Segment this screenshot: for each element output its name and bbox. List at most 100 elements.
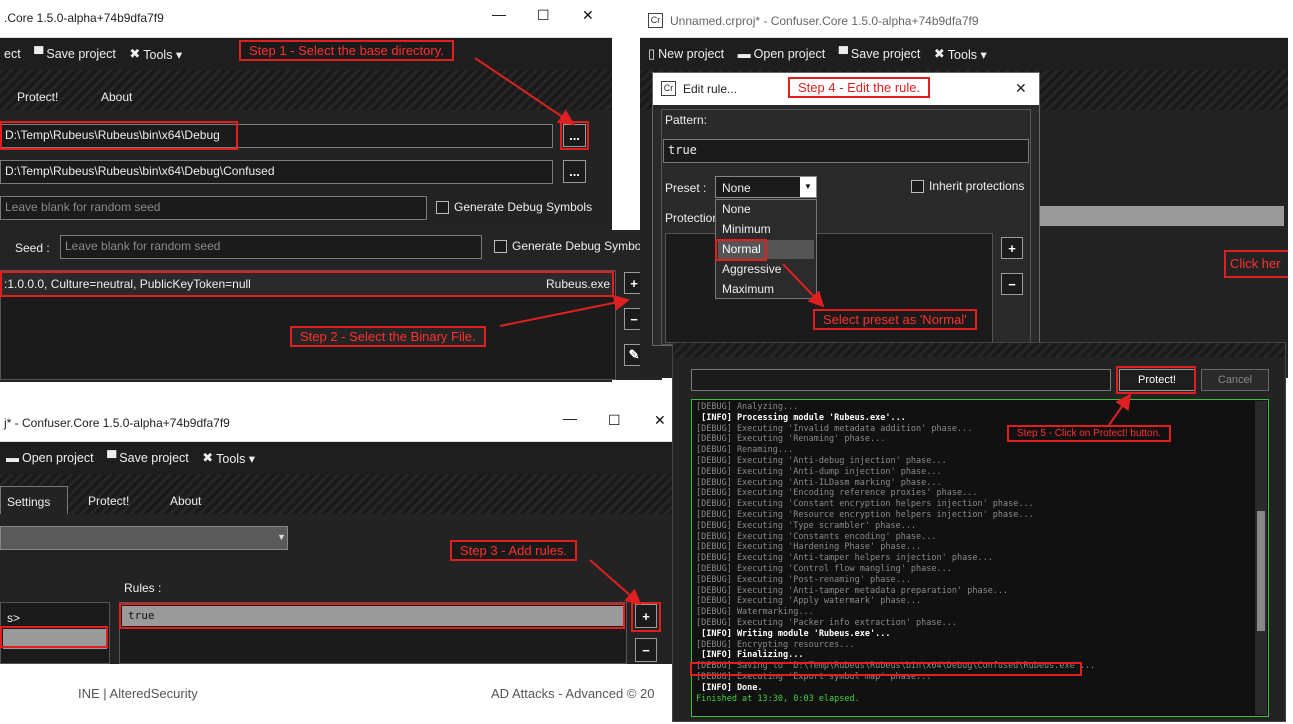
menu-save-project[interactable]: ▀ Save project bbox=[34, 46, 116, 61]
dropdown-arrow-icon: ▼ bbox=[277, 532, 286, 542]
minimize-icon[interactable]: — bbox=[492, 6, 506, 22]
seed-label: Seed : bbox=[15, 241, 50, 255]
scrollbar-thumb[interactable] bbox=[1257, 511, 1265, 631]
log-scrollbar[interactable] bbox=[1255, 401, 1267, 715]
click-here-label: Click her bbox=[1224, 250, 1288, 278]
log-line: [DEBUG] Executing 'Invalid metadata addi… bbox=[696, 423, 973, 434]
menu-tools[interactable]: ✖ Tools ▾ bbox=[202, 450, 255, 466]
save-icon: ▀ bbox=[107, 450, 117, 465]
dialog-close-icon[interactable]: ✕ bbox=[1015, 80, 1027, 97]
log-line: [INFO] Finalizing... bbox=[696, 650, 804, 661]
dialog-title: Edit rule... bbox=[683, 82, 738, 96]
close-icon[interactable]: ✕ bbox=[654, 412, 666, 429]
log-line: [DEBUG] Executing 'Post-renaming' phase.… bbox=[696, 574, 911, 585]
preset-option-minimum[interactable]: Minimum bbox=[722, 222, 771, 236]
tab-settings[interactable]: Settings bbox=[0, 486, 68, 514]
step1-highlight-browse bbox=[560, 121, 589, 150]
app-icon: Cr bbox=[648, 13, 663, 28]
rules-label: Rules : bbox=[124, 581, 162, 595]
footer-left: INE | AlteredSecurity bbox=[78, 686, 198, 701]
edit-rule-dialog: Cr Edit rule... ✕ Pattern: true Preset :… bbox=[652, 72, 1040, 346]
log-line: [DEBUG] Watermarking... bbox=[696, 607, 814, 618]
log-line: [DEBUG] Executing 'Anti-debug injection'… bbox=[696, 455, 947, 466]
save-icon: ▀ bbox=[34, 46, 44, 61]
step3-highlight-add bbox=[631, 602, 661, 632]
menu-bar: ▬ Open project ▀ Save project ✖ Tools ▾ bbox=[0, 442, 680, 474]
generate-debug-label: Generate Debug Symbols bbox=[454, 200, 593, 214]
window-title: .Core 1.5.0-alpha+74b9dfa7f9 bbox=[4, 11, 164, 25]
remove-protection-button[interactable]: − bbox=[1001, 273, 1023, 295]
menu-open-project[interactable]: ▬ Open project bbox=[738, 46, 826, 61]
step5-highlight-save-line bbox=[690, 662, 1082, 676]
step4-highlight-normal bbox=[715, 239, 767, 261]
window-title: j* - Confuser.Core 1.5.0-alpha+74b9dfa7f… bbox=[4, 416, 230, 430]
output-directory-input[interactable]: D:\Temp\Rubeus\Rubeus\bin\x64\Debug\Conf… bbox=[0, 160, 553, 184]
log-line: [DEBUG] Renaming... bbox=[696, 445, 794, 456]
tab-strip: Protect! About bbox=[0, 70, 612, 110]
step5-label: Step 5 - Click on Protect! button. bbox=[1007, 425, 1171, 442]
preset-option-none[interactable]: None bbox=[722, 202, 751, 216]
preset-label-callout: Select preset as 'Normal' bbox=[813, 309, 977, 330]
step1-highlight-input bbox=[0, 121, 238, 150]
maximize-icon[interactable]: ☐ bbox=[608, 412, 621, 429]
remove-rule-button[interactable]: − bbox=[635, 638, 657, 662]
open-label: Open project bbox=[753, 46, 826, 61]
log-line: [DEBUG] Executing 'Anti-tamper metadata … bbox=[696, 585, 1009, 596]
menu-tools[interactable]: ✖ Tools ▾ bbox=[934, 46, 987, 62]
seed-input-2[interactable]: Leave blank for random seed bbox=[60, 235, 482, 259]
tab-strip bbox=[673, 343, 1285, 357]
menu-save-project[interactable]: ▀ Save project bbox=[839, 46, 921, 61]
menu-new-project[interactable]: ▯ New project bbox=[648, 46, 724, 62]
add-protection-button[interactable]: + bbox=[1001, 237, 1023, 259]
generate-debug-checkbox[interactable]: Generate Debug Symbols bbox=[436, 200, 593, 215]
seed-input[interactable]: Leave blank for random seed bbox=[0, 196, 427, 220]
step2-label: Step 2 - Select the Binary File. bbox=[290, 326, 486, 347]
log-line: [DEBUG] Executing 'Anti-dump injection' … bbox=[696, 466, 942, 477]
menu-open-project[interactable]: ▬ Open project bbox=[6, 450, 94, 465]
tools-label: Tools ▾ bbox=[947, 47, 987, 62]
preset-select[interactable]: None ▼ bbox=[715, 176, 817, 198]
close-icon[interactable]: ✕ bbox=[582, 7, 594, 24]
module-tree-item[interactable]: s> bbox=[7, 611, 20, 625]
preset-label: Preset : bbox=[665, 181, 707, 195]
tools-label: Tools ▾ bbox=[216, 451, 256, 466]
minimize-icon[interactable]: — bbox=[563, 410, 577, 426]
module-select[interactable]: ▼ bbox=[0, 526, 288, 550]
folder-icon: ▬ bbox=[6, 450, 19, 465]
save-label: Save project bbox=[46, 46, 116, 61]
pattern-label: Pattern: bbox=[665, 113, 708, 127]
preset-option-maximum[interactable]: Maximum bbox=[722, 282, 774, 296]
tools-label: Tools ▾ bbox=[143, 47, 183, 62]
browse-output-button[interactable]: ... bbox=[563, 160, 586, 183]
save-label: Save project bbox=[119, 450, 189, 465]
tab-protect[interactable]: Protect! bbox=[17, 90, 58, 104]
tab-about[interactable]: About bbox=[101, 90, 132, 104]
menu-tools[interactable]: ✖ Tools ▾ bbox=[129, 46, 182, 62]
menu-save-project[interactable]: ▀ Save project bbox=[107, 450, 189, 465]
log-line: [DEBUG] Executing 'Constant encryption h… bbox=[696, 499, 1034, 510]
maximize-icon[interactable]: ☐ bbox=[537, 7, 550, 24]
tools-icon: ✖ bbox=[933, 46, 945, 61]
tab-about[interactable]: About bbox=[170, 494, 201, 508]
inherit-protections-checkbox[interactable]: Inherit protections bbox=[911, 179, 1024, 194]
tools-icon: ✖ bbox=[129, 46, 141, 61]
log-line: [DEBUG] Executing 'Encoding reference pr… bbox=[696, 488, 978, 499]
footer: INE | AlteredSecurity AD Attacks - Advan… bbox=[0, 664, 680, 724]
log-line: Finished at 13:30, 0:03 elapsed. bbox=[696, 693, 860, 704]
open-label: Open project bbox=[22, 450, 94, 465]
log-line: [DEBUG] Executing 'Constants encoding' p… bbox=[696, 531, 937, 542]
preset-value: None bbox=[722, 181, 751, 195]
footer-right: AD Attacks - Advanced © 20 bbox=[491, 686, 655, 701]
protections-label: Protection bbox=[665, 211, 720, 225]
pattern-input[interactable]: true bbox=[663, 139, 1029, 163]
preset-option-aggressive[interactable]: Aggressive bbox=[722, 262, 781, 276]
progress-bar bbox=[1038, 206, 1284, 226]
tab-strip: Settings Protect! About bbox=[0, 474, 680, 514]
step3-highlight-rule bbox=[119, 603, 625, 629]
step1-label: Step 1 - Select the base directory. bbox=[239, 40, 454, 61]
menu-project[interactable]: ect bbox=[4, 47, 21, 61]
log-line: [INFO] Done. bbox=[696, 682, 763, 693]
tab-protect[interactable]: Protect! bbox=[88, 494, 129, 508]
cancel-button[interactable]: Cancel bbox=[1201, 369, 1269, 391]
generate-debug-checkbox-2[interactable]: Generate Debug Symbo bbox=[494, 239, 641, 254]
